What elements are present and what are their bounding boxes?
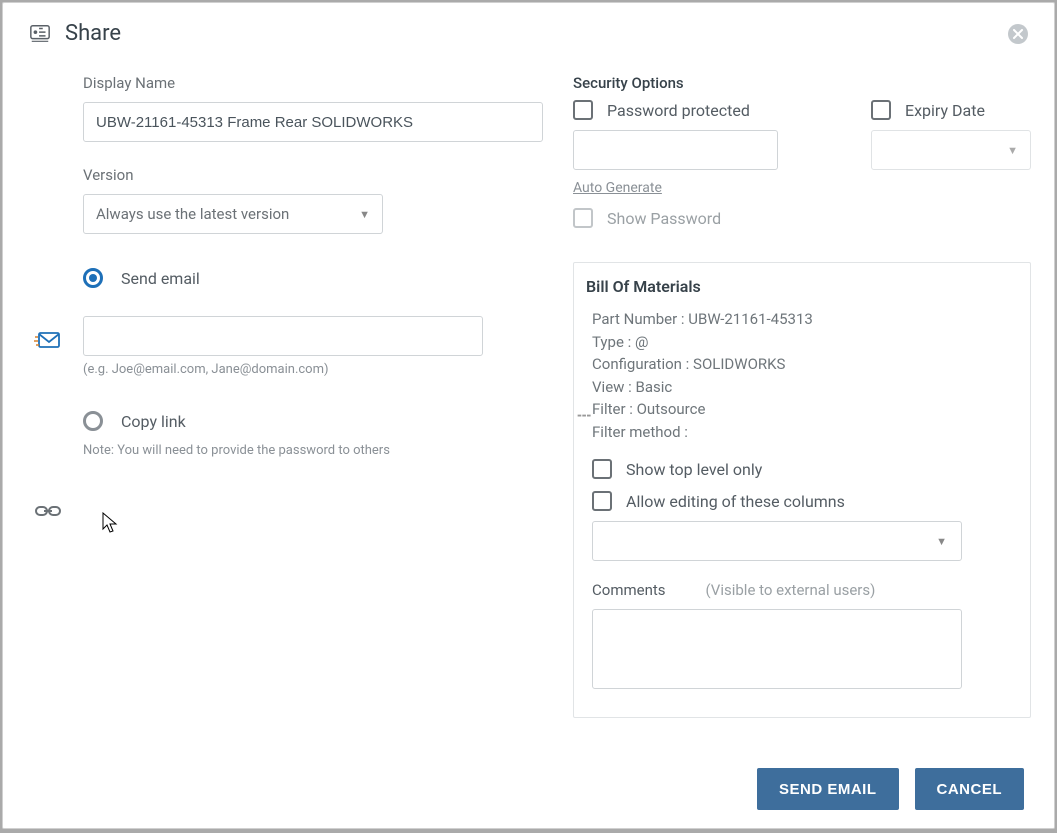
edit-columns-select[interactable]: ▼ [592, 521, 962, 561]
bom-panel: Bill Of Materials Part Number : UBW-2116… [573, 262, 1031, 718]
email-hint: (e.g. Joe@email.com, Jane@domain.com) [83, 362, 543, 377]
chevron-down-icon: ▼ [936, 535, 947, 548]
close-button[interactable] [1008, 24, 1028, 44]
bom-config: Configuration : SOLIDWORKS [592, 353, 1012, 376]
version-label: Version [83, 166, 543, 184]
version-select[interactable]: Always use the latest version ▼ [83, 194, 383, 234]
email-icon [31, 328, 65, 352]
link-icon [31, 502, 65, 520]
comments-textarea[interactable] [592, 609, 962, 689]
copy-link-label: Copy link [121, 412, 186, 431]
auto-generate-link[interactable]: Auto Generate [573, 180, 831, 196]
show-top-level-checkbox[interactable] [592, 459, 612, 479]
send-email-button[interactable]: SEND EMAIL [757, 768, 899, 810]
version-value: Always use the latest version [96, 205, 289, 223]
splitter-handle[interactable]: ┇ [577, 412, 591, 417]
show-password-checkbox[interactable] [573, 208, 593, 228]
security-heading: Security Options [573, 74, 1031, 92]
bom-part-number: Part Number : UBW-21161-45313 [592, 308, 1012, 331]
dialog-header: Share [3, 3, 1054, 54]
expiry-date-checkbox[interactable] [871, 100, 891, 120]
display-name-input[interactable] [83, 102, 543, 142]
email-input[interactable] [83, 316, 483, 356]
share-icon [29, 23, 51, 45]
copy-link-radio[interactable] [83, 411, 103, 431]
send-email-label: Send email [121, 269, 200, 288]
send-email-radio[interactable] [83, 268, 103, 288]
display-name-label: Display Name [83, 74, 543, 92]
dialog-footer: SEND EMAIL CANCEL [3, 752, 1054, 828]
password-protected-label: Password protected [607, 101, 750, 120]
expiry-date-select[interactable]: ▼ [871, 130, 1031, 170]
allow-edit-columns-label: Allow editing of these columns [626, 492, 845, 511]
password-protected-checkbox[interactable] [573, 100, 593, 120]
bom-view: View : Basic [592, 376, 1012, 399]
bom-filter: Filter : Outsource [592, 398, 1012, 421]
cursor-icon [101, 512, 119, 538]
bom-heading: Bill Of Materials [586, 277, 1012, 296]
chevron-down-icon: ▼ [359, 208, 370, 221]
bom-filter-method: Filter method : [592, 421, 1012, 444]
comments-label: Comments [592, 581, 666, 599]
password-input[interactable] [573, 130, 778, 170]
expiry-date-label: Expiry Date [905, 101, 985, 120]
dialog-title: Share [65, 21, 121, 46]
cancel-button[interactable]: CANCEL [915, 768, 1025, 810]
share-dialog: Share Display Name Version Always use th… [2, 2, 1055, 829]
show-top-level-label: Show top level only [626, 460, 762, 479]
bom-type: Type : @ [592, 331, 1012, 354]
chevron-down-icon: ▼ [1007, 144, 1018, 157]
comments-hint: (Visible to external users) [706, 581, 876, 599]
show-password-label: Show Password [607, 209, 721, 228]
copy-link-note: Note: You will need to provide the passw… [83, 443, 543, 458]
allow-edit-columns-checkbox[interactable] [592, 491, 612, 511]
